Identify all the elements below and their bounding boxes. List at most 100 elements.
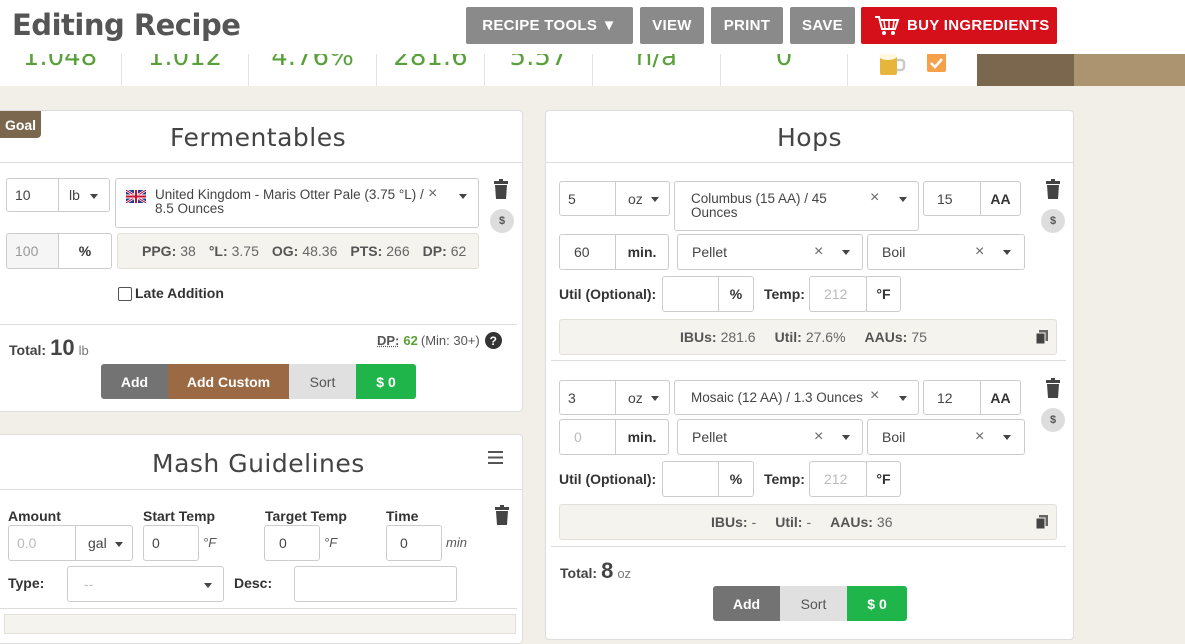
print-button[interactable]: PRINT	[711, 7, 783, 44]
hop-clear-icon[interactable]: ×	[870, 387, 879, 405]
hop-info-bar: IBUs: 281.6 Util: 27.6% AAUs: 75	[559, 319, 1057, 355]
hop-price-icon[interactable]: $	[1041, 408, 1065, 432]
late-addition-label: Late Addition	[135, 285, 224, 301]
hop-aa-input[interactable]: 15	[923, 181, 981, 216]
menu-icon[interactable]	[488, 451, 503, 464]
view-button[interactable]: VIEW	[640, 7, 704, 44]
fermentable-sort-button[interactable]: Sort	[289, 364, 356, 399]
hop-util-input[interactable]	[662, 461, 719, 497]
hop-aa-input[interactable]: 12	[923, 380, 981, 415]
hop-temp-label: Temp:	[764, 471, 805, 487]
save-button[interactable]: SAVE	[790, 7, 855, 44]
fermentables-title: Fermentables	[170, 123, 346, 152]
fermentable-add-button[interactable]: Add	[101, 364, 168, 399]
hop-temp-unit: °F	[866, 276, 901, 312]
hop-use-value: Boil	[882, 429, 905, 445]
hop-use-clear-icon[interactable]: ×	[975, 428, 984, 446]
hop-form-select[interactable]: Pellet	[677, 234, 863, 270]
checkbox-checked[interactable]	[927, 53, 946, 72]
fermentable-percent-input[interactable]: 100	[6, 233, 59, 269]
hop-use-select[interactable]: Boil	[867, 419, 1025, 455]
clear-icon[interactable]: ×	[428, 185, 437, 203]
mash-trash-icon[interactable]	[494, 505, 510, 525]
mash-info-bar	[4, 614, 516, 634]
mash-desc-input[interactable]	[294, 566, 457, 602]
hop-unit-select[interactable]: oz	[615, 380, 670, 415]
hops-total-label: Total:	[560, 565, 597, 581]
hop-variety-value: Mosaic (12 AA) / 1.3 Ounces	[691, 390, 863, 405]
help-icon[interactable]: ?	[485, 332, 502, 349]
hop-unit-select[interactable]: oz	[615, 181, 670, 216]
hop-aau-label: AAUs:	[865, 329, 908, 345]
mash-amount-input[interactable]: 0.0	[8, 525, 76, 561]
hop-ibus-value: -	[752, 514, 757, 530]
hop-form-value: Pellet	[692, 429, 727, 445]
hop-amount-input[interactable]: 5	[559, 181, 616, 216]
hop-util-addon: %	[718, 276, 754, 312]
hop-use-select[interactable]: Boil	[867, 234, 1025, 270]
price-icon[interactable]: $	[490, 209, 514, 233]
hop-info-bar: IBUs: - Util: - AAUs: 36	[559, 504, 1057, 540]
mash-unit-select[interactable]: gal	[75, 525, 133, 561]
hop-temp-input[interactable]: 212	[809, 461, 867, 497]
hop-util-stat-label: Util:	[775, 514, 802, 530]
hop-aa-addon: AA	[980, 380, 1021, 415]
mash-unit-value: gal	[88, 535, 107, 551]
mash-target-input[interactable]: 0	[264, 525, 320, 561]
hop-aa-addon: AA	[980, 181, 1021, 216]
copy-icon[interactable]	[1036, 330, 1048, 344]
hop-price-icon[interactable]: $	[1041, 209, 1065, 233]
hop-form-value: Pellet	[692, 244, 727, 260]
page-title: Editing Recipe	[12, 8, 240, 42]
hops-total-unit: oz	[617, 566, 631, 581]
buy-ingredients-button[interactable]: BUY INGREDIENTS	[861, 7, 1057, 44]
fermentable-ingredient-select[interactable]: United Kingdom - Maris Otter Pale (3.75 …	[115, 178, 479, 228]
og-value: 48.36	[302, 243, 337, 259]
fermentable-amount-input[interactable]: 10	[6, 178, 59, 212]
ppg-label: PPG:	[142, 243, 176, 259]
fermentable-add-custom-button[interactable]: Add Custom	[168, 364, 289, 399]
hop-sort-button[interactable]: Sort	[780, 586, 847, 621]
fermentable-price-button[interactable]: $ 0	[356, 364, 416, 399]
hop-variety-select[interactable]: Mosaic (12 AA) / 1.3 Ounces	[674, 380, 919, 415]
hop-temp-unit: °F	[866, 461, 901, 497]
hop-form-clear-icon[interactable]: ×	[814, 243, 823, 261]
hop-form-select[interactable]: Pellet	[677, 419, 863, 455]
check-icon	[927, 53, 946, 72]
hop-time-input[interactable]: 60	[559, 234, 616, 270]
mash-start-input[interactable]: 0	[143, 525, 199, 561]
cart-icon	[874, 15, 900, 37]
percent-addon: %	[58, 233, 112, 269]
hop-form-clear-icon[interactable]: ×	[814, 428, 823, 446]
hop-clear-icon[interactable]: ×	[870, 189, 879, 207]
mash-time-input[interactable]: 0	[386, 525, 442, 561]
lovibond-value: 3.75	[232, 243, 259, 259]
mash-type-select[interactable]: --	[67, 566, 224, 602]
hop-util-stat-label: Util:	[775, 329, 802, 345]
recipe-tools-button[interactable]: RECIPE TOOLS ▼	[466, 7, 633, 44]
hop-variety-value: Columbus (15 AA) / 45 Ounces	[691, 192, 841, 220]
hop-trash-icon[interactable]	[1045, 378, 1061, 398]
trash-icon[interactable]	[493, 179, 509, 199]
mash-time-unit: min	[446, 535, 467, 550]
hops-title: Hops	[777, 123, 842, 152]
fermentable-unit-select[interactable]: lb	[58, 178, 110, 212]
hop-variety-select[interactable]: Columbus (15 AA) / 45 Ounces	[674, 181, 919, 231]
late-addition-checkbox[interactable]	[118, 287, 132, 301]
hop-use-clear-icon[interactable]: ×	[975, 243, 984, 261]
goal-tag[interactable]: Goal	[0, 111, 41, 138]
mash-type-label: Type:	[8, 575, 44, 591]
hop-temp-label: Temp:	[764, 286, 805, 302]
hop-trash-icon[interactable]	[1045, 179, 1061, 199]
fermentable-unit-value: lb	[69, 187, 80, 203]
hop-add-button[interactable]: Add	[713, 586, 780, 621]
total-label: Total:	[9, 342, 46, 358]
hop-time-input[interactable]: 0	[559, 419, 616, 455]
hop-temp-input[interactable]: 212	[809, 276, 867, 312]
copy-icon[interactable]	[1036, 515, 1048, 529]
hop-price-button[interactable]: $ 0	[847, 586, 907, 621]
hop-ibus-label: IBUs:	[680, 329, 717, 345]
hop-util-input[interactable]	[662, 276, 719, 312]
mash-start-label: Start Temp	[143, 508, 215, 524]
hop-amount-input[interactable]: 3	[559, 380, 616, 415]
